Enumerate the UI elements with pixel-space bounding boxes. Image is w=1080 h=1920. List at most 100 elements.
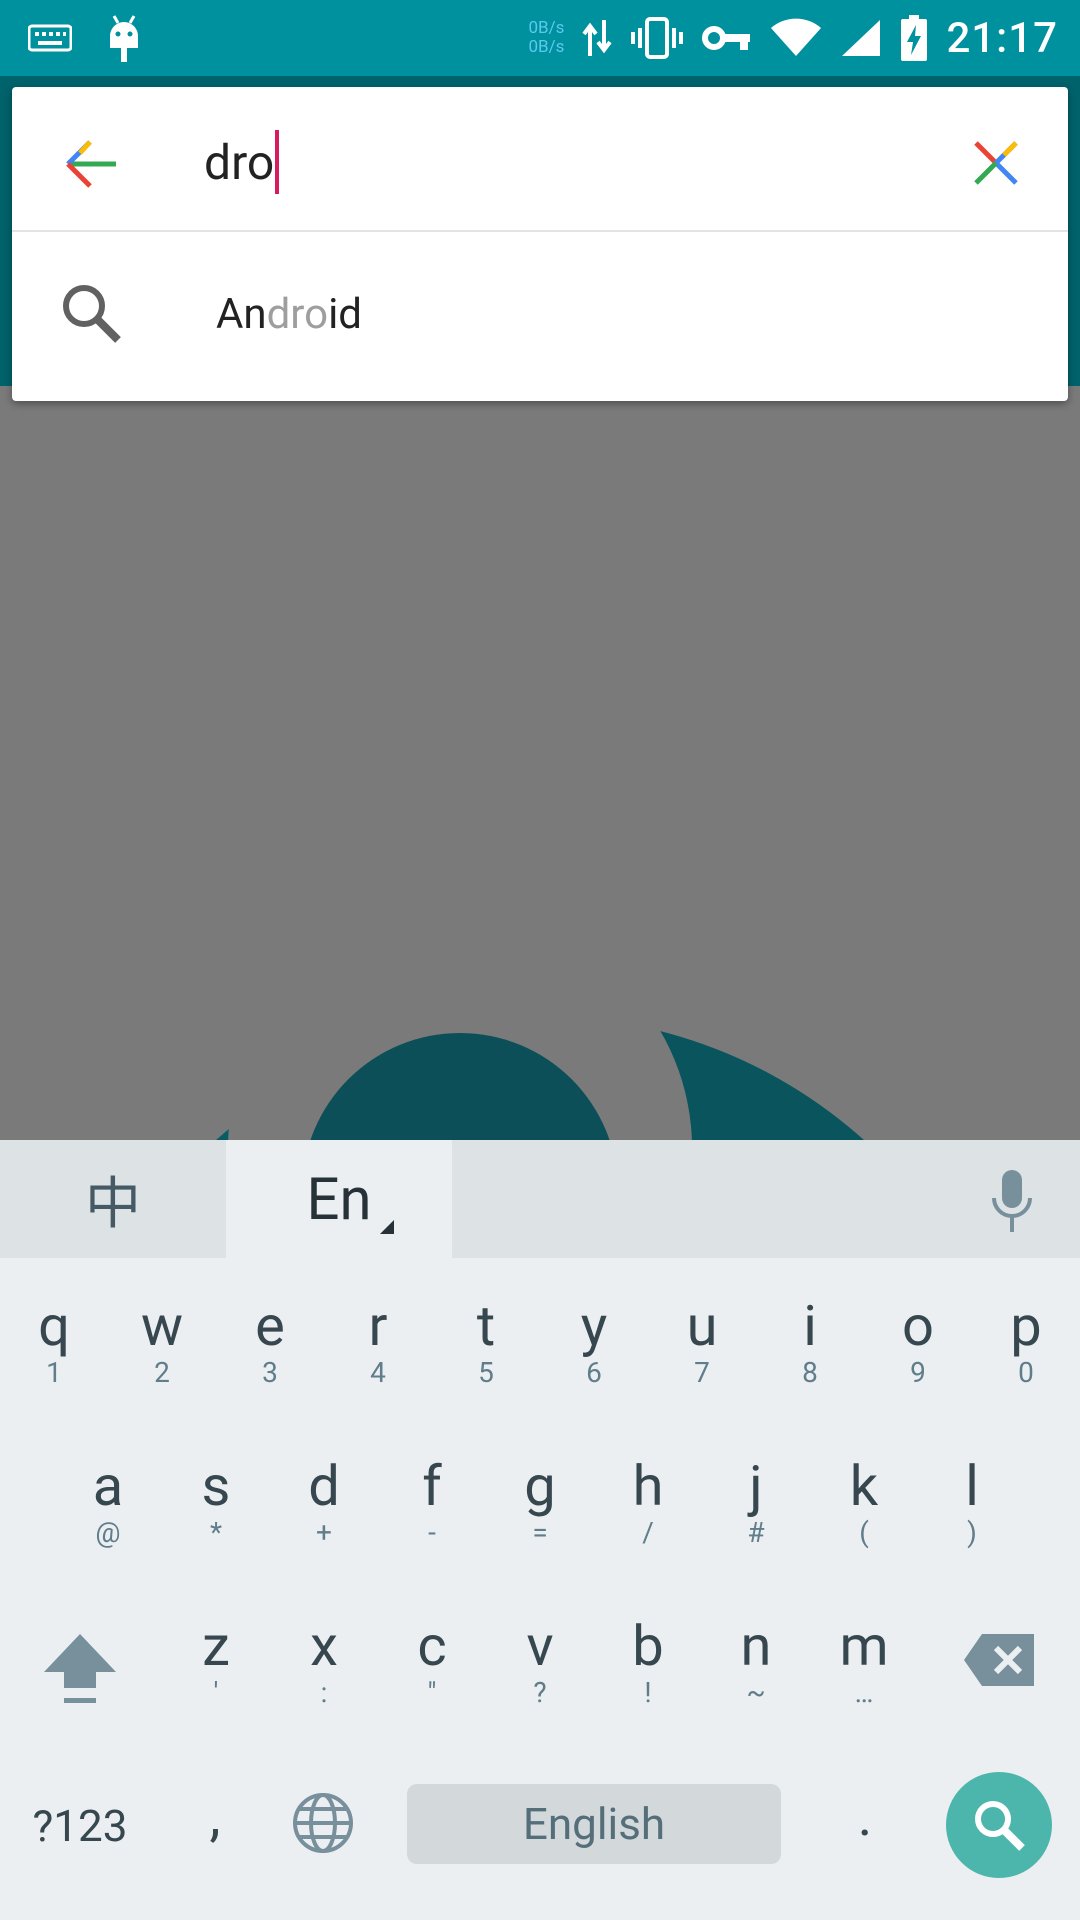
key-q[interactable]: q1: [0, 1296, 108, 1388]
keyboard-icon: [28, 24, 72, 52]
key-label: g: [524, 1453, 556, 1519]
close-icon[interactable]: [964, 131, 1028, 195]
key-m[interactable]: m…: [810, 1616, 918, 1708]
lang-chinese-tab[interactable]: 中: [0, 1140, 226, 1258]
key-hint: 9: [910, 1356, 926, 1389]
search-panel: dro Android: [12, 87, 1068, 401]
status-bar: 0B/s 0B/s 21:17: [0, 0, 1080, 76]
key-c[interactable]: c ": [378, 1616, 486, 1708]
suggestion-text: Android: [216, 284, 362, 346]
key-label: b: [632, 1613, 664, 1679]
key-label: a: [92, 1453, 124, 1519]
key-e[interactable]: e3: [216, 1296, 324, 1388]
arrow-back-icon[interactable]: [56, 129, 126, 199]
upload-speed: 0B/s: [528, 18, 565, 38]
symbols-key-label: ?123: [32, 1800, 128, 1852]
key-n[interactable]: n ~: [702, 1616, 810, 1708]
key-i[interactable]: i8: [756, 1296, 864, 1388]
suggestion-suffix: id: [328, 290, 362, 339]
key-hint: ': [213, 1676, 219, 1709]
key-label: c: [417, 1613, 447, 1679]
key-label: p: [1010, 1293, 1042, 1359]
key-hint: !: [644, 1676, 652, 1709]
key-f[interactable]: f-: [378, 1456, 486, 1548]
key-w[interactable]: w2: [108, 1296, 216, 1388]
search-input[interactable]: dro: [204, 127, 280, 199]
key-hint: ": [427, 1676, 437, 1709]
key-hint: 3: [262, 1356, 278, 1389]
key-x[interactable]: x:: [270, 1616, 378, 1708]
key-d[interactable]: d +: [270, 1456, 378, 1548]
key-label: n: [740, 1613, 772, 1679]
period-key[interactable]: .: [830, 1786, 900, 1846]
key-t[interactable]: t5: [432, 1296, 540, 1388]
suggestion-item[interactable]: Android: [12, 232, 1068, 401]
search-query-text: dro: [204, 134, 275, 191]
key-hint: @: [95, 1516, 121, 1549]
key-y[interactable]: y6: [540, 1296, 648, 1388]
space-bar[interactable]: English: [407, 1784, 781, 1864]
key-j[interactable]: j #: [702, 1456, 810, 1548]
key-label: d: [308, 1453, 340, 1519]
key-label: w: [140, 1293, 184, 1359]
key-hint: 1: [46, 1356, 62, 1389]
period-key-label: .: [857, 1783, 873, 1849]
key-p[interactable]: p0: [972, 1296, 1080, 1388]
key-label: z: [202, 1613, 230, 1679]
key-label: h: [632, 1453, 664, 1519]
search-bar: dro: [12, 87, 1068, 232]
lang-dropdown-indicator: [380, 1220, 394, 1234]
key-label: e: [255, 1293, 285, 1359]
key-hint: +: [316, 1516, 332, 1549]
key-b[interactable]: b!: [594, 1616, 702, 1708]
globe-icon[interactable]: [292, 1792, 354, 1854]
key-label: t: [476, 1293, 496, 1359]
search-enter-key[interactable]: [946, 1772, 1052, 1878]
wifi-icon: [771, 18, 822, 56]
key-label: f: [422, 1453, 442, 1519]
signal-icon: [842, 20, 881, 56]
lang-english-label: En: [306, 1166, 372, 1234]
symbols-key[interactable]: ?123: [20, 1796, 140, 1856]
comma-key[interactable]: ,: [180, 1786, 250, 1846]
key-v[interactable]: v?: [486, 1616, 594, 1708]
key-hint: 6: [586, 1356, 602, 1389]
key-hint: (: [859, 1516, 869, 1549]
key-label: i: [803, 1293, 817, 1359]
background-illustration: [0, 386, 1080, 1140]
key-hint: ?: [533, 1676, 547, 1709]
key-hint: 0: [1018, 1356, 1034, 1389]
comma-key-label: ,: [209, 1783, 221, 1849]
key-label: y: [580, 1293, 608, 1359]
key-r[interactable]: r4: [324, 1296, 432, 1388]
key-s[interactable]: s *: [162, 1456, 270, 1548]
suggestion-match: dro: [266, 290, 329, 339]
backspace-icon[interactable]: [962, 1632, 1036, 1688]
shift-icon[interactable]: [40, 1630, 120, 1710]
key-hint: ): [967, 1516, 977, 1549]
suggestion-prefix: An: [216, 290, 267, 339]
key-label: k: [849, 1453, 879, 1519]
key-g[interactable]: g =: [486, 1456, 594, 1548]
key-u[interactable]: u7: [648, 1296, 756, 1388]
network-speed: 0B/s 0B/s: [529, 19, 565, 57]
key-hint: -: [428, 1516, 436, 1549]
key-k[interactable]: k(: [810, 1456, 918, 1548]
key-l[interactable]: l): [918, 1456, 1026, 1548]
key-hint: :: [320, 1676, 328, 1709]
mic-icon[interactable]: [990, 1168, 1034, 1234]
key-hint: ~: [746, 1676, 766, 1709]
key-z[interactable]: z ': [162, 1616, 270, 1708]
data-transfer-icon: [582, 20, 613, 56]
vibrate-icon: [631, 17, 684, 59]
key-label: s: [201, 1453, 231, 1519]
key-h[interactable]: h /: [594, 1456, 702, 1548]
key-o[interactable]: o9: [864, 1296, 972, 1388]
key-hint: …: [854, 1676, 874, 1709]
key-label: u: [686, 1293, 718, 1359]
lang-english-tab[interactable]: En: [226, 1140, 452, 1260]
key-a[interactable]: a @: [54, 1456, 162, 1548]
key-hint: #: [747, 1516, 765, 1549]
key-hint: *: [209, 1516, 223, 1549]
key-hint: 2: [154, 1356, 170, 1389]
